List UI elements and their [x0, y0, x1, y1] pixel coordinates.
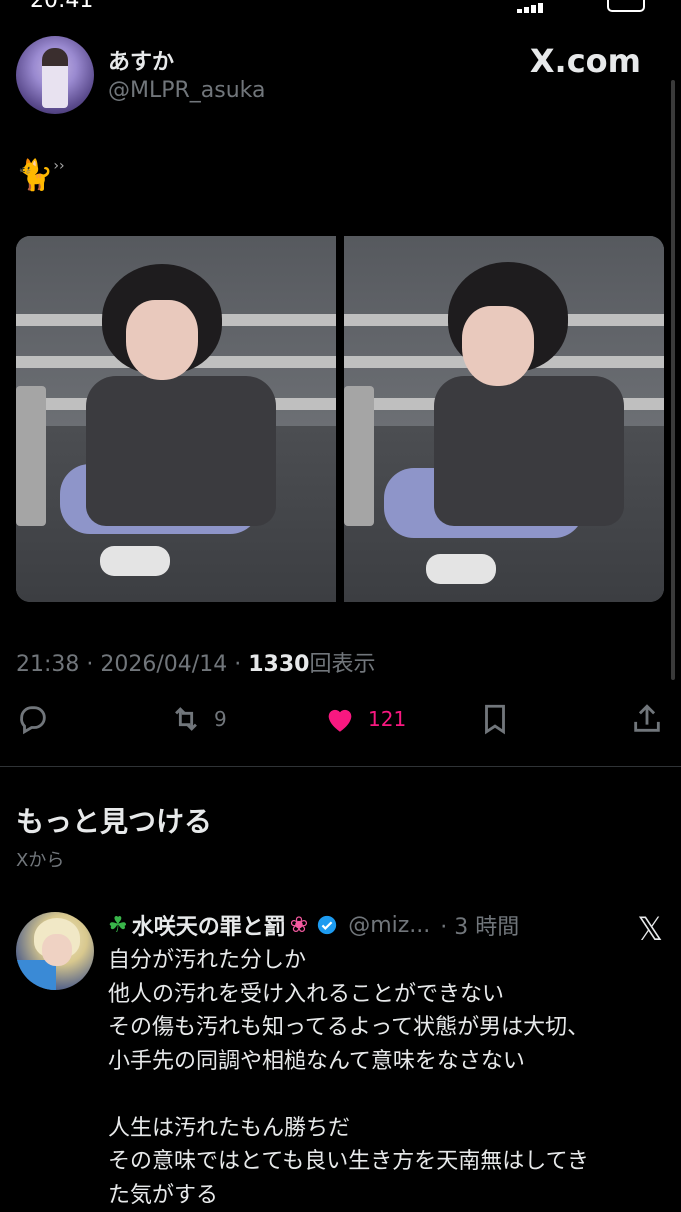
signal-icon	[517, 0, 551, 6]
section-divider	[0, 766, 681, 767]
body-line-blank	[108, 1078, 668, 1112]
tweet-time: 21:38	[16, 652, 79, 677]
body-line: 人生は汚れたもん勝ちだ	[108, 1112, 668, 1146]
tweet-photo-2[interactable]	[344, 236, 664, 602]
reply-button[interactable]	[16, 702, 50, 736]
tweet-photo-1[interactable]	[16, 236, 336, 602]
author-avatar[interactable]	[16, 36, 94, 114]
tweet-views-count: 1330	[248, 652, 309, 677]
suggested-post-body[interactable]: 自分が汚れた分しか 他人の汚れを受け入れることができない その傷も汚れも知ってる…	[108, 944, 668, 1212]
battery-icon	[607, 0, 645, 12]
body-line: た気がする	[108, 1179, 668, 1212]
like-count: 121	[368, 707, 406, 731]
verified-badge-icon	[316, 914, 338, 936]
suggested-handle[interactable]: @miz...	[348, 913, 430, 938]
cat-emoji: 🐈	[16, 158, 53, 193]
bookmark-icon	[478, 702, 512, 736]
meta-separator-2: ·	[234, 652, 241, 677]
share-button[interactable]	[630, 702, 664, 736]
tweet-actions: 9 121	[0, 694, 681, 744]
tweet-meta: 21:38 · 2026/04/14 · 1330回表示	[16, 646, 375, 678]
body-line: その傷も汚れも知ってるよって状態が男は大切、	[108, 1011, 668, 1045]
body-line: その意味ではとても良い生き方を天南無はしてき	[108, 1145, 668, 1179]
retweet-count: 9	[214, 707, 227, 731]
body-line: 小手先の同調や相槌なんて意味をなさない	[108, 1045, 668, 1079]
clover-icon: ☘	[108, 913, 128, 938]
author-display-name[interactable]: あすか	[108, 44, 174, 76]
discover-title: もっと見つける	[16, 800, 212, 840]
bookmark-button[interactable]	[478, 702, 512, 736]
tweet-text: 🐈››	[16, 158, 65, 193]
suggested-post-header: ☘ 水咲天の罪と罰 ❀ @miz... · 3 時間	[108, 908, 519, 942]
status-bar: 20:41	[0, 0, 681, 14]
avatar-figure	[42, 48, 68, 108]
tweet-date: 2026/04/14	[100, 652, 227, 677]
tulip-icon: ❀	[290, 913, 308, 938]
x-logo: X.com	[530, 42, 641, 80]
retweet-button[interactable]: 9	[168, 702, 227, 736]
retweet-icon	[168, 702, 204, 736]
suggested-display-name[interactable]: 水咲天の罪と罰	[132, 909, 286, 941]
x-logo-icon: 𝕏	[637, 910, 663, 948]
like-button[interactable]: 121	[322, 702, 406, 736]
scrollbar[interactable]	[671, 80, 675, 680]
suggested-time: · 3 時間	[440, 909, 519, 941]
heart-icon	[322, 702, 358, 736]
suggested-author-avatar[interactable]	[16, 912, 94, 990]
body-line: 他人の汚れを受け入れることができない	[108, 978, 668, 1012]
reply-icon	[16, 702, 50, 736]
tweet-views-label: 回表示	[309, 652, 375, 677]
author-handle[interactable]: @MLPR_asuka	[108, 78, 266, 103]
tweet-text-suffix: ››	[53, 158, 64, 174]
share-icon	[630, 702, 664, 736]
status-time: 20:41	[30, 0, 93, 13]
meta-separator-1: ·	[86, 652, 93, 677]
discover-subtitle: Xから	[16, 846, 64, 872]
body-line: 自分が汚れた分しか	[108, 944, 668, 978]
